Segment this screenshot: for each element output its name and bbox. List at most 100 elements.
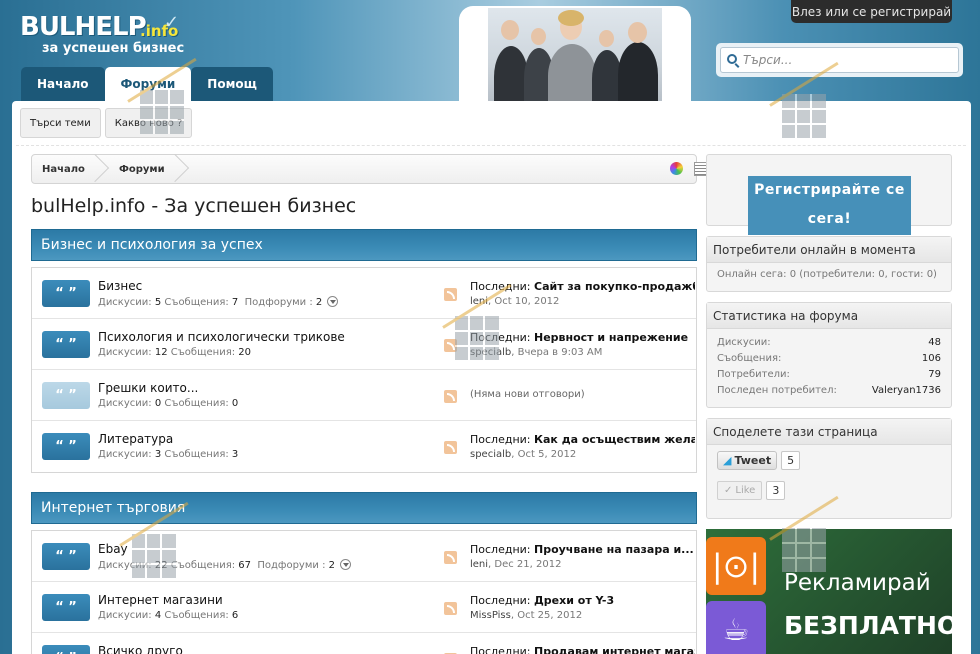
divider <box>16 145 966 146</box>
forum-title[interactable]: Грешки които... <box>98 381 198 395</box>
search-placeholder: Търси... <box>743 53 793 67</box>
twitter-bird-icon: ◢ <box>723 454 732 467</box>
forum-stats-title: Статистика на форума <box>707 303 951 329</box>
category-header[interactable]: Интернет търговия <box>31 492 697 524</box>
login-register-button[interactable]: Влез или се регистрирай <box>791 0 952 23</box>
page-title: bulHelp.info - За успешен бизнес <box>31 195 357 217</box>
forum-title[interactable]: Всичко друго <box>98 644 183 654</box>
forum-quote-icon: “ ” <box>42 433 90 460</box>
category-header[interactable]: Бизнес и психология за успех <box>31 229 697 261</box>
search-box: Търси... <box>716 43 963 77</box>
last-post-meta: specialb, Вчера в 9:03 AM <box>470 347 603 358</box>
tab-forums[interactable]: Форуми <box>104 67 192 101</box>
forum-stats: Дискусии: 22 Съобщения: 67 Подфоруми : 2 <box>98 559 352 571</box>
forum-quote-icon: “ ” <box>42 382 90 409</box>
color-wheel-icon[interactable] <box>670 162 683 175</box>
last-post[interactable]: Последни: Нервност и напрежение <box>470 331 695 344</box>
ad-line-2: БЕЗПЛАТНО <box>784 611 952 640</box>
checkmark-icon: ✓ <box>164 12 180 33</box>
forum-row[interactable]: “ ” Психология и психологически трикове … <box>32 319 696 370</box>
rss-icon[interactable] <box>444 390 457 403</box>
stat-messages: Съобщения: 106 <box>717 353 941 364</box>
share-title: Споделете тази страница <box>707 419 951 445</box>
business-people-photo <box>488 8 662 102</box>
forum-stats: Дискусии: 12 Съобщения: 20 <box>98 347 251 358</box>
thumbs-up-icon: ✓ <box>724 485 733 496</box>
forum-stats: Дискусии: 4 Съобщения: 6 <box>98 610 239 621</box>
register-block: Регистрирайте се сега! <box>706 154 952 235</box>
last-post-meta: MissPiss, Oct 25, 2012 <box>470 610 583 621</box>
forum-stats: Дискусии: 0 Съобщения: 0 <box>98 398 239 409</box>
breadcrumb-home[interactable]: Начало <box>32 155 109 183</box>
tweet-button[interactable]: ◢ Tweet <box>717 451 778 470</box>
tab-help[interactable]: Помощ <box>191 67 273 101</box>
site-logo[interactable]: BULHELP .info ✓ за успешен бизнес <box>20 12 185 58</box>
forum-title[interactable]: Психология и психологически трикове <box>98 330 345 344</box>
logo-main-text: BULHELP <box>20 12 147 42</box>
cup-icon: ☕ <box>706 601 766 654</box>
breadcrumb-forums[interactable]: Форуми <box>109 155 189 183</box>
forum-row[interactable]: “ ” Бизнес Дискусии: 5 Съобщения: 7 Подф… <box>32 268 696 319</box>
no-replies-text: (Няма нови отговори) <box>470 389 585 400</box>
forum-quote-icon: “ ” <box>42 331 90 358</box>
content-panel: Търси теми Какво ново ? Начало Форуми bu… <box>12 101 971 654</box>
rss-icon[interactable] <box>444 339 457 352</box>
last-post[interactable]: Последни: Проучване на пазара и... <box>470 543 695 556</box>
stat-latest-user: Последен потребител: Valeryan1736 <box>717 385 941 396</box>
forum-row[interactable]: “ ” Интернет магазини Дискусии: 4 Съобще… <box>32 582 696 633</box>
forum-row[interactable]: “ ” Ebay Дискусии: 22 Съобщения: 67 Подф… <box>32 531 696 582</box>
ad-line-1: Рекламирай <box>784 570 931 596</box>
search-icon <box>727 54 737 64</box>
logo-tagline: за успешен бизнес <box>42 41 185 56</box>
forum-title[interactable]: Ebay <box>98 542 128 556</box>
forum-quote-icon: “ ” <box>42 543 90 570</box>
online-users-block: Потребители онлайн в момента Онлайн сега… <box>706 236 952 292</box>
forum-row[interactable]: “ ” Всичко друго Последни: Продавам инте… <box>32 633 696 654</box>
category-forum-list: “ ” Ebay Дискусии: 22 Съобщения: 67 Подф… <box>31 530 697 654</box>
subforum-dropdown-icon[interactable] <box>340 559 352 570</box>
sub-nav: Търси теми Какво ново ? <box>20 108 193 138</box>
search-input[interactable]: Търси... <box>720 47 959 73</box>
like-count: 3 <box>766 481 786 500</box>
tweet-count: 5 <box>781 451 801 470</box>
last-post[interactable]: Последни: Сайт за покупко-продажби <box>470 280 695 293</box>
last-post-meta: specialb, Oct 5, 2012 <box>470 449 577 460</box>
search-threads-link[interactable]: Търси теми <box>20 108 101 138</box>
forum-stats-block: Статистика на форума Дискусии: 48 Съобщен… <box>706 302 952 408</box>
online-users-text: Онлайн сега: 0 (потребители: 0, гости: 0… <box>717 269 937 280</box>
rss-icon[interactable] <box>444 441 457 454</box>
last-post[interactable]: Последни: Продавам интернет магази <box>470 645 695 654</box>
forum-stats: Дискусии: 5 Съобщения: 7 Подфоруми : 2 <box>98 296 339 308</box>
main-nav: Начало Форуми Помощ <box>21 67 273 101</box>
last-post-meta: leni, Dec 21, 2012 <box>470 559 562 570</box>
forum-title[interactable]: Интернет магазини <box>98 593 223 607</box>
share-block: Споделете тази страница ◢ Tweet 5 ✓ Like 3 <box>706 418 952 519</box>
whats-new-link[interactable]: Какво ново ? <box>104 108 193 138</box>
like-button[interactable]: ✓ Like <box>717 481 763 500</box>
online-users-title: Потребители онлайн в момента <box>707 237 951 263</box>
stat-users: Потребители: 79 <box>717 369 941 380</box>
header-banner <box>459 6 691 110</box>
ad-banner[interactable]: |⊙| ☕ Рекламирай БЕЗПЛАТНО <box>706 529 952 654</box>
forum-title[interactable]: Литература <box>98 432 173 446</box>
forum-stats: Дискусии: 3 Съобщения: 3 <box>98 449 239 460</box>
last-post-meta: leni, Oct 10, 2012 <box>470 296 560 307</box>
stat-discussions: Дискусии: 48 <box>717 337 941 348</box>
forum-row[interactable]: “ ” Грешки които... Дискусии: 0 Съобщени… <box>32 370 696 421</box>
forum-row[interactable]: “ ” Литература Дискусии: 3 Съобщения: 3 … <box>32 421 696 472</box>
rss-icon[interactable] <box>444 602 457 615</box>
forum-title[interactable]: Бизнес <box>98 279 142 293</box>
subforum-dropdown-icon[interactable] <box>327 296 339 307</box>
tab-home[interactable]: Начало <box>21 67 105 101</box>
forum-quote-icon: “ ” <box>42 280 90 307</box>
forum-quote-icon: “ ” <box>42 594 90 621</box>
forum-quote-icon: “ ” <box>42 645 90 654</box>
breadcrumb: Начало Форуми <box>31 154 709 184</box>
last-post[interactable]: Последни: Как да осъществим желани <box>470 433 695 446</box>
rss-icon[interactable] <box>444 288 457 301</box>
register-button[interactable]: Регистрирайте се сега! <box>748 176 911 235</box>
category-forum-list: “ ” Бизнес Дискусии: 5 Съобщения: 7 Подф… <box>31 267 697 473</box>
utensils-icon: |⊙| <box>706 537 766 595</box>
rss-icon[interactable] <box>444 551 457 564</box>
last-post[interactable]: Последни: Дрехи от Y-3 <box>470 594 695 607</box>
